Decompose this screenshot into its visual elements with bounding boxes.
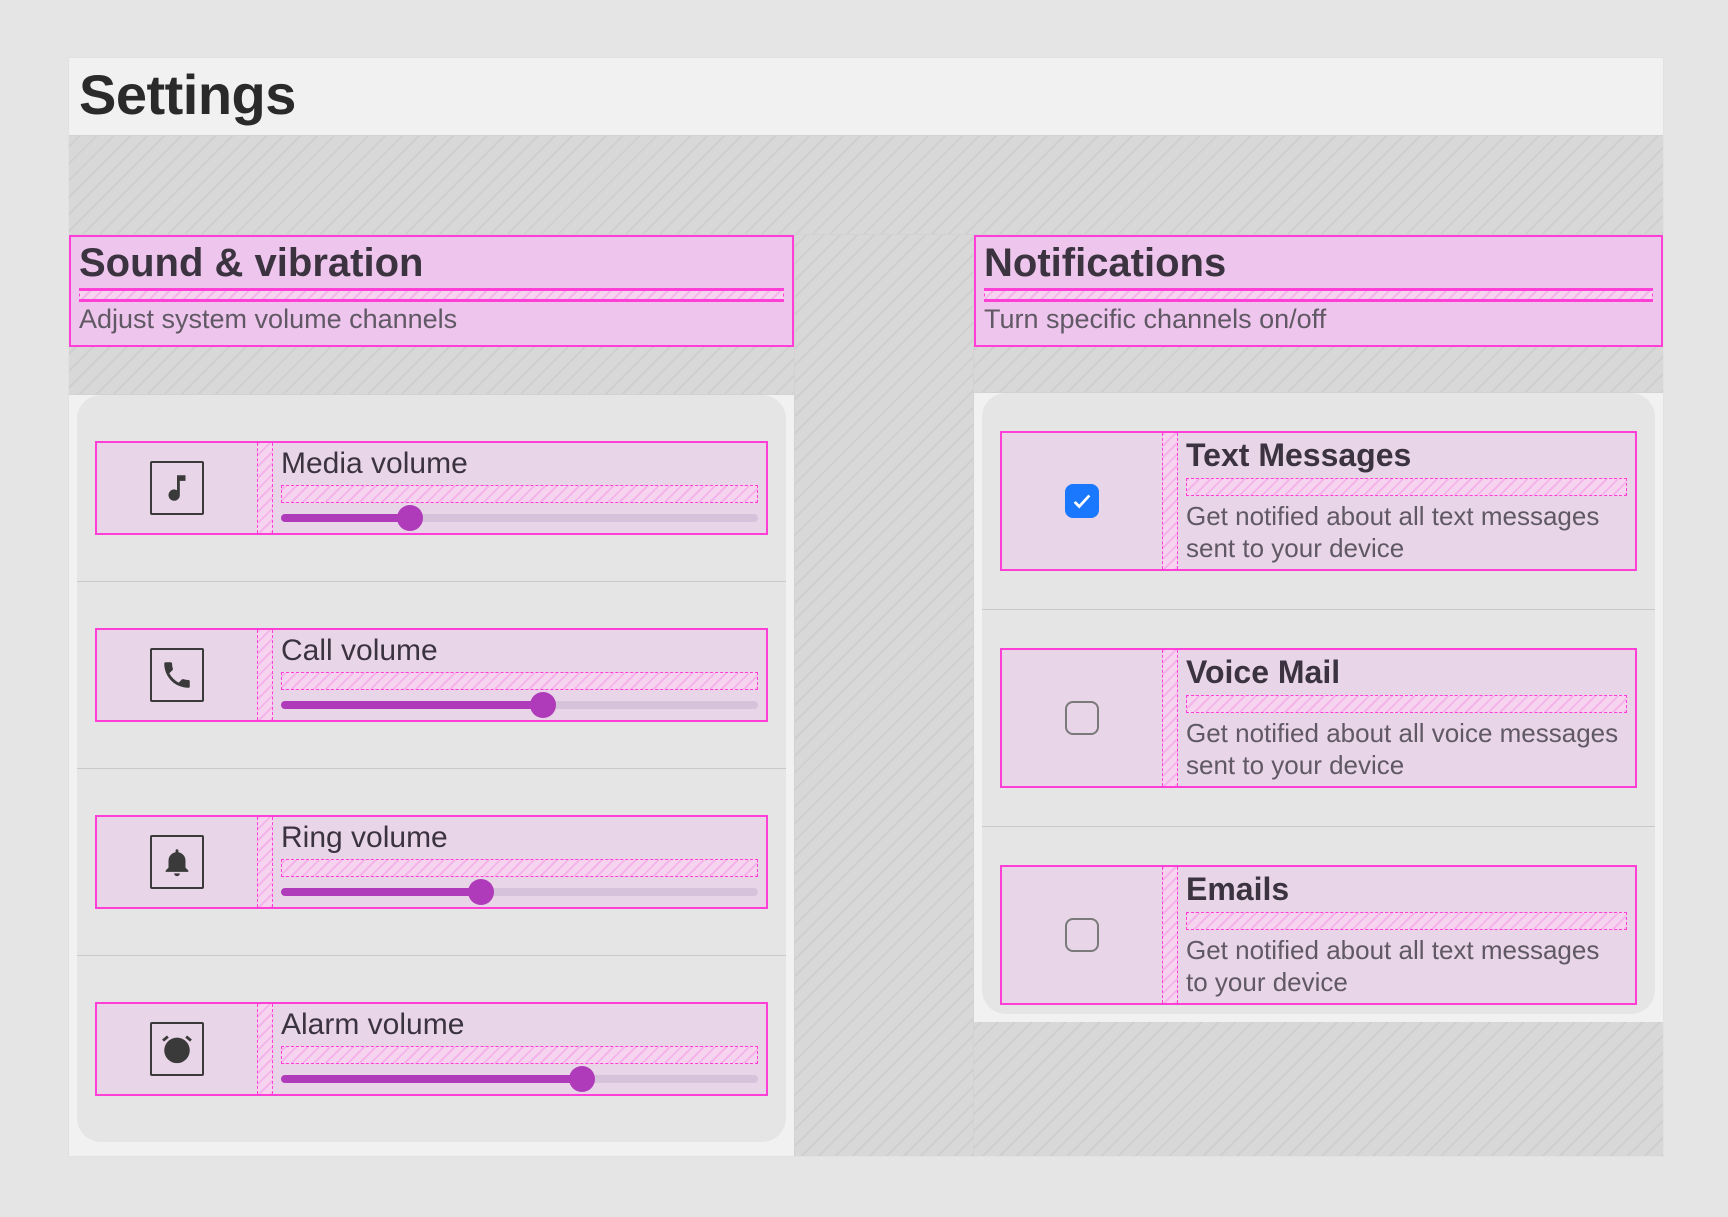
row-content: Voice Mail Get notified about all voice …: [1178, 650, 1635, 786]
notification-row-label: Text Messages: [1186, 437, 1627, 474]
notification-row-desc: Get notified about all text messages to …: [1186, 934, 1627, 999]
notifications-card: Text Messages Get notified about all tex…: [982, 393, 1655, 1014]
row-highlight: Emails Get notified about all text messa…: [1000, 865, 1637, 1005]
emails-checkbox[interactable]: [1065, 918, 1099, 952]
notifications-section-header: Notifications Turn specific channels on/…: [974, 235, 1663, 347]
row-icon-cell: [97, 817, 257, 907]
row-highlight: Call volume: [95, 628, 768, 722]
row-highlight: Voice Mail Get notified about all voice …: [1000, 648, 1637, 788]
layout-gap: [974, 1022, 1663, 1156]
layout-gap: [1186, 695, 1627, 713]
layout-gap: [1186, 478, 1627, 496]
row-content: Media volume: [273, 443, 766, 533]
layout-gap: [257, 443, 273, 533]
sound-row-label: Ring volume: [281, 821, 758, 855]
layout-gap: [281, 485, 758, 503]
notifications-column: Notifications Turn specific channels on/…: [974, 235, 1663, 1156]
row-content: Text Messages Get notified about all tex…: [1178, 433, 1635, 569]
notification-row: Emails Get notified about all text messa…: [982, 827, 1655, 1014]
row-content: Alarm volume: [273, 1004, 766, 1094]
alarm-icon: [150, 1022, 204, 1076]
notification-row: Voice Mail Get notified about all voice …: [982, 610, 1655, 827]
phone-icon: [150, 648, 204, 702]
bell-icon: [150, 835, 204, 889]
sound-section-subtitle: Adjust system volume channels: [79, 304, 784, 335]
row-checkbox-cell: [1002, 433, 1162, 569]
sound-row: Media volume: [77, 395, 786, 582]
layout-gap: [281, 1046, 758, 1064]
row-icon-cell: [97, 443, 257, 533]
sound-row: Call volume: [77, 582, 786, 769]
notification-row: Text Messages Get notified about all tex…: [982, 393, 1655, 610]
notifications-section-subtitle: Turn specific channels on/off: [984, 304, 1653, 335]
music-note-icon: [150, 461, 204, 515]
layout-gap: [1162, 433, 1178, 569]
layout-gap: [984, 288, 1653, 302]
layout-gap: [257, 1004, 273, 1094]
notifications-section-title: Notifications: [984, 241, 1653, 286]
layout-gap: [974, 347, 1663, 393]
media-volume-slider[interactable]: [281, 507, 758, 529]
sound-section-title: Sound & vibration: [79, 241, 784, 286]
ring-volume-slider[interactable]: [281, 881, 758, 903]
notification-row-desc: Get notified about all text messages sen…: [1186, 500, 1627, 565]
layout-gap: [69, 347, 794, 395]
row-content: Emails Get notified about all text messa…: [1178, 867, 1635, 1003]
voice-mail-checkbox[interactable]: [1065, 701, 1099, 735]
row-highlight: Text Messages Get notified about all tex…: [1000, 431, 1637, 571]
layout-gap: [1162, 650, 1178, 786]
row-checkbox-cell: [1002, 867, 1162, 1003]
layout-gap: [1186, 912, 1627, 930]
sound-row-label: Alarm volume: [281, 1008, 758, 1042]
sound-row-label: Call volume: [281, 634, 758, 668]
sound-card: Media volume: [77, 395, 786, 1142]
layout-gap: [79, 288, 784, 302]
row-icon-cell: [97, 630, 257, 720]
row-highlight: Ring volume: [95, 815, 768, 909]
layout-gap: [257, 630, 273, 720]
row-checkbox-cell: [1002, 650, 1162, 786]
notification-row-desc: Get notified about all voice messages se…: [1186, 717, 1627, 782]
row-highlight: Media volume: [95, 441, 768, 535]
row-icon-cell: [97, 1004, 257, 1094]
settings-page: Settings Sound & vibration Adjust system…: [68, 57, 1664, 1157]
alarm-volume-slider[interactable]: [281, 1068, 758, 1090]
notification-row-label: Voice Mail: [1186, 654, 1627, 691]
sound-column: Sound & vibration Adjust system volume c…: [69, 235, 794, 1156]
layout-gap: [794, 235, 974, 1156]
layout-gap: [281, 859, 758, 877]
layout-gap: [1162, 867, 1178, 1003]
layout-gap: [281, 672, 758, 690]
row-content: Ring volume: [273, 817, 766, 907]
sound-row: Ring volume: [77, 769, 786, 956]
page-title: Settings: [69, 58, 1663, 135]
text-messages-checkbox[interactable]: [1065, 484, 1099, 518]
row-highlight: Alarm volume: [95, 1002, 768, 1096]
notification-row-label: Emails: [1186, 871, 1627, 908]
sound-row: Alarm volume: [77, 956, 786, 1142]
layout-gap: [69, 135, 1663, 235]
layout-gap: [257, 817, 273, 907]
call-volume-slider[interactable]: [281, 694, 758, 716]
sound-section-header: Sound & vibration Adjust system volume c…: [69, 235, 794, 347]
row-content: Call volume: [273, 630, 766, 720]
sound-row-label: Media volume: [281, 447, 758, 481]
columns: Sound & vibration Adjust system volume c…: [69, 235, 1663, 1156]
